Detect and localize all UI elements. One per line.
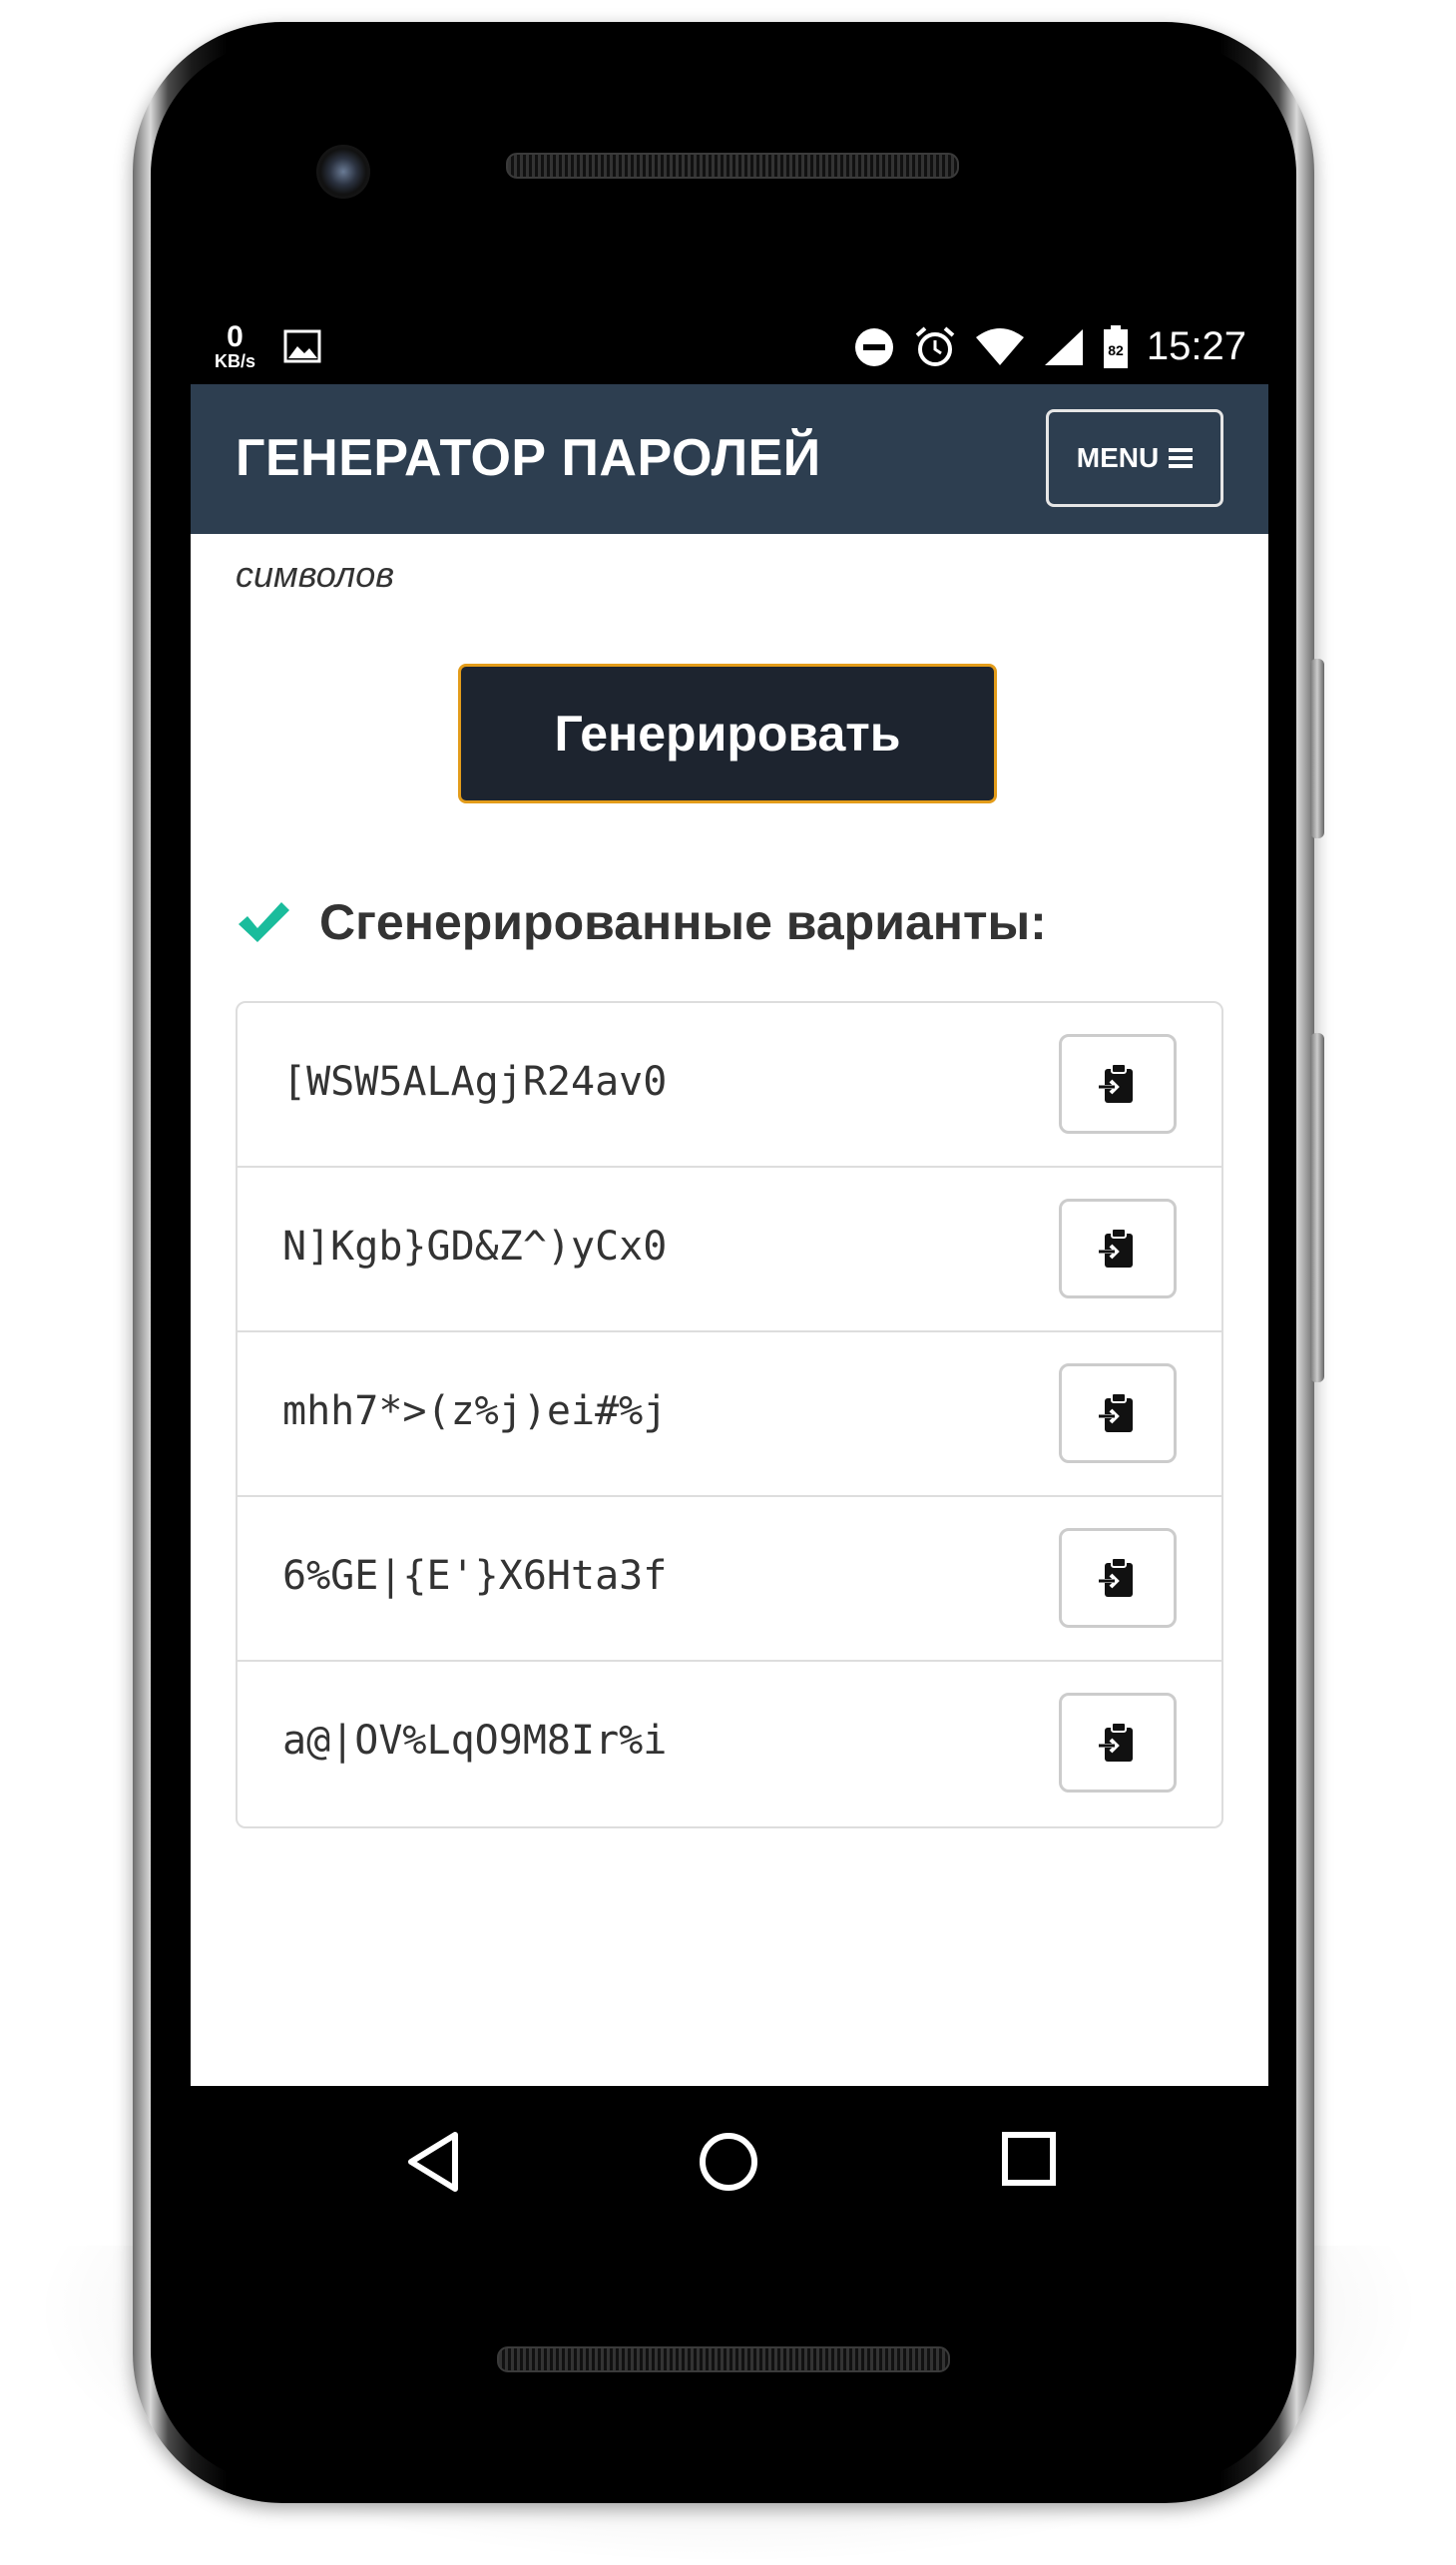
clipboard-icon — [1099, 1392, 1133, 1432]
password-row: [WSW5ALAgjR24av0 — [238, 1003, 1221, 1168]
copy-button[interactable] — [1059, 1363, 1177, 1463]
password-text[interactable]: 6%GE|{E'}X6Hta3f — [282, 1553, 667, 1599]
check-icon — [239, 902, 289, 942]
password-list: [WSW5ALAgjR24av0 N]Kgb}GD&Z^)yCx0 mhh7*>… — [236, 1001, 1223, 1828]
home-icon[interactable] — [698, 2131, 759, 2193]
length-hint-text: символов — [236, 554, 395, 595]
navigation-bar — [191, 2086, 1268, 2236]
signal-icon — [1044, 328, 1083, 365]
copy-button[interactable] — [1059, 1693, 1177, 1793]
alarm-icon — [915, 325, 955, 366]
back-icon[interactable] — [405, 2131, 461, 2193]
results-title: Сгенерированные варианты: — [319, 894, 1047, 950]
front-camera — [316, 145, 370, 199]
password-row: a@|OV%LqO9M8Ir%i — [238, 1662, 1221, 1826]
copy-button[interactable] — [1059, 1528, 1177, 1628]
copy-button[interactable] — [1059, 1034, 1177, 1134]
top-speaker — [506, 153, 959, 179]
power-button — [1310, 659, 1324, 838]
volume-button — [1310, 1033, 1324, 1382]
status-bar: 0 KB/s 82 15:27 — [191, 314, 1268, 384]
battery-icon: 82 — [1103, 324, 1128, 368]
menu-button[interactable]: MENU — [1046, 409, 1223, 507]
password-row: N]Kgb}GD&Z^)yCx0 — [238, 1168, 1221, 1332]
password-text[interactable]: a@|OV%LqO9M8Ir%i — [282, 1718, 667, 1764]
clipboard-icon — [1099, 1063, 1133, 1103]
app-title: ГЕНЕРАТОР ПАРОЛЕЙ — [236, 429, 821, 487]
network-speed-unit: KB/s — [215, 351, 256, 371]
wifi-icon — [975, 327, 1024, 365]
recents-icon[interactable] — [1001, 2131, 1057, 2187]
clipboard-icon — [1099, 1557, 1133, 1597]
menu-label: MENU — [1076, 442, 1160, 473]
clipboard-icon — [1099, 1722, 1133, 1762]
clipboard-icon — [1099, 1228, 1133, 1268]
app-bar: ГЕНЕРАТОР ПАРОЛЕЙ MENU — [191, 384, 1268, 534]
network-speed-value: 0 — [227, 320, 243, 353]
battery-level: 82 — [1108, 342, 1124, 358]
password-row: mhh7*>(z%j)ei#%j — [238, 1332, 1221, 1497]
password-text[interactable]: mhh7*>(z%j)ei#%j — [282, 1388, 667, 1434]
hamburger-icon — [1169, 448, 1194, 468]
results-header: Сгенерированные варианты: — [236, 893, 1047, 951]
copy-button[interactable] — [1059, 1199, 1177, 1298]
screen: ГЕНЕРАТОР ПАРОЛЕЙ MENU символов Генериро… — [191, 384, 1268, 2086]
password-text[interactable]: N]Kgb}GD&Z^)yCx0 — [282, 1224, 667, 1270]
password-row: 6%GE|{E'}X6Hta3f — [238, 1497, 1221, 1662]
bottom-speaker — [497, 2346, 950, 2372]
status-time: 15:27 — [1146, 324, 1246, 368]
password-text[interactable]: [WSW5ALAgjR24av0 — [282, 1059, 667, 1105]
generate-button[interactable]: Генерировать — [458, 664, 997, 803]
network-speed: 0 KB/s — [215, 320, 256, 371]
do-not-disturb-icon — [854, 327, 893, 366]
image-icon — [283, 329, 321, 363]
